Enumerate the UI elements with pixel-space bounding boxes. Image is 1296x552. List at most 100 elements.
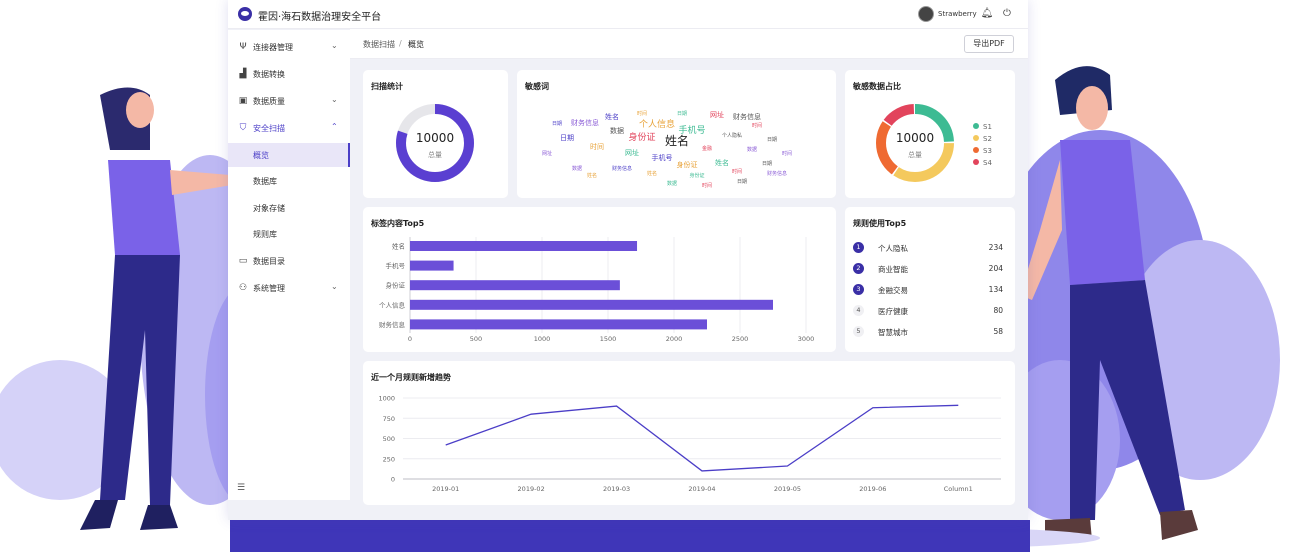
- sensitive-words-card: 敏感词 姓名 个人信息 手机号 身份证 数据 财务信息 日期 时间 网址 金融 个人隐私 数据 手机号身…: [517, 70, 836, 198]
- word-cloud-word: 姓名: [715, 158, 729, 167]
- breadcrumb-current: 概览: [408, 40, 424, 49]
- legend-dot: [973, 147, 979, 153]
- rank-badge: 2: [853, 263, 864, 274]
- breadcrumb-separator: /: [399, 39, 402, 48]
- y-tick-label: 1000: [378, 395, 395, 403]
- sidebar-item-quality[interactable]: ▣ 数据质量 ⌄: [228, 89, 350, 113]
- trend-line-chart: 0 250 500 750 1000 2019-01 2019-02 2019-03 2019-…: [378, 395, 1001, 493]
- sidebar-item-label: 对象存储: [253, 204, 285, 213]
- scan-total-value: 10000: [416, 131, 454, 145]
- word-cloud-word: 手机号: [652, 153, 673, 162]
- x-tick-label: 3000: [798, 335, 815, 343]
- sidebar-item-rule-library[interactable]: 规则库: [228, 222, 350, 246]
- legend-dot: [973, 135, 979, 141]
- bar: [410, 280, 620, 291]
- list-item: 4 医疗健康 80: [853, 304, 1003, 318]
- sidebar-item-label: 规则库: [253, 230, 277, 239]
- rank-badge: 4: [853, 305, 864, 316]
- sidebar-item-connector[interactable]: Ψ 连接器管理 ⌄: [228, 35, 350, 59]
- word-cloud-word: 财务信息: [612, 165, 632, 172]
- rule-name: 个人隐私: [878, 244, 908, 253]
- sidebar-item-transform[interactable]: ▟ 数据转换: [228, 62, 350, 86]
- sidebar-item-security-scan[interactable]: ⛉ 安全扫描 ⌃: [228, 116, 350, 140]
- bar: [410, 319, 707, 330]
- legend-label: S2: [983, 135, 992, 143]
- rule-count: 204: [988, 264, 1003, 273]
- shield-icon: ⛉: [239, 123, 247, 133]
- sidebar: Ψ 连接器管理 ⌄ ▟ 数据转换 ▣ 数据质量 ⌄ ⛉ 安全扫描 ⌃ 概览 数据…: [228, 30, 350, 500]
- word-cloud-word: 数据: [572, 165, 582, 172]
- y-category-label: 姓名: [392, 242, 405, 251]
- stage: 霍因·海石数据治理安全平台 Strawberry 🔔︎ ⏻ Ψ 连接器管理 ⌄ …: [0, 0, 1296, 552]
- x-tick-label: 0: [408, 335, 412, 343]
- users-icon: ⚇: [238, 283, 248, 293]
- tag-top5-bar-chart: 0 500 1000 1500 2000 2500 3000 姓名手机号身份证个人信息财务信息: [379, 237, 815, 343]
- word-cloud: 姓名个人信息手机号身份证数据财务信息日期时间网址 金融个人隐私数据手机号身份证 姓名…: [542, 110, 792, 189]
- list-item: 2 商业智能 204: [853, 262, 1003, 276]
- list-item: 3 金融交易 134: [853, 283, 1003, 297]
- rule-count: 134: [988, 285, 1003, 294]
- sidebar-item-system[interactable]: ⚇ 系统管理 ⌄: [228, 276, 350, 300]
- logo-icon: [238, 7, 252, 21]
- rule-name: 智慧城市: [878, 328, 908, 337]
- word-cloud-word: 网址: [542, 150, 552, 157]
- word-cloud-word: 姓名: [647, 170, 657, 177]
- word-cloud-word: 财务信息: [767, 170, 787, 177]
- word-cloud-word: 姓名: [605, 112, 619, 121]
- sidebar-item-label: 连接器管理: [253, 43, 293, 52]
- word-cloud-word: 日期: [552, 121, 562, 127]
- x-tick-label: 1500: [600, 335, 617, 343]
- x-tick-label: 2019-06: [859, 485, 886, 493]
- legend-dot: [973, 123, 979, 129]
- power-icon[interactable]: ⏻: [1000, 7, 1014, 21]
- scan-stats-card: 扫描统计 10000 总量: [363, 70, 508, 198]
- sidebar-item-overview[interactable]: 概览: [228, 143, 350, 167]
- word-cloud-word: 日期: [677, 111, 687, 117]
- scan-stats-donut: 10000 总量: [396, 104, 474, 182]
- word-cloud-word: 身份证: [628, 131, 655, 143]
- bar: [410, 260, 454, 271]
- bell-icon[interactable]: 🔔︎: [980, 7, 994, 21]
- rule-count: 234: [988, 243, 1003, 252]
- x-tick-label: Column1: [944, 485, 973, 493]
- sidebar-item-label: 数据转换: [253, 70, 285, 79]
- legend-label: S4: [983, 159, 992, 167]
- word-cloud-word: 日期: [767, 137, 777, 143]
- sidebar-item-label: 安全扫描: [253, 124, 285, 133]
- floor-band: [230, 520, 1030, 552]
- x-tick-label: 2019-05: [774, 485, 801, 493]
- usb-icon: Ψ: [239, 42, 247, 52]
- ratio-total-value: 10000: [896, 131, 934, 145]
- scan-total-label: 总量: [428, 150, 442, 159]
- ratio-total-label: 总量: [908, 150, 922, 159]
- word-cloud-word: 时间: [732, 168, 742, 175]
- word-cloud-word: 财务信息: [733, 112, 761, 121]
- chart-bars-icon: ▟: [239, 69, 247, 79]
- user-name[interactable]: Strawberry: [938, 10, 977, 18]
- sidebar-item-database[interactable]: 数据库: [228, 169, 350, 193]
- sidebar-item-object-storage[interactable]: 对象存储: [228, 196, 350, 220]
- folder-gear-icon: ▣: [238, 96, 248, 106]
- breadcrumb-parent[interactable]: 数据扫描: [363, 39, 395, 50]
- y-category-label: 财务信息: [379, 320, 406, 329]
- chevron-down-icon: ⌄: [331, 95, 338, 104]
- sidebar-item-catalog[interactable]: ▭ 数据目录: [228, 249, 350, 273]
- x-tick-label: 2019-01: [432, 485, 459, 493]
- sidebar-item-label: 数据目录: [253, 257, 285, 266]
- folder-icon: ▭: [238, 256, 248, 266]
- rule-name: 商业智能: [878, 265, 908, 274]
- x-tick-label: 2019-02: [518, 485, 545, 493]
- avatar[interactable]: [918, 6, 934, 22]
- export-pdf-button[interactable]: 导出PDF: [964, 35, 1014, 53]
- collapse-menu-icon[interactable]: ☰: [237, 483, 245, 493]
- word-cloud-word: 日期: [737, 179, 747, 185]
- card-title: 规则使用Top5: [853, 219, 907, 228]
- app-title: 霍因·海石数据治理安全平台: [258, 12, 382, 23]
- tag-top5-card: 标签内容Top5 0 500 1000 1500 2000 2500 3000 姓名 手机号 身份…: [363, 207, 836, 352]
- y-category-label: 手机号: [386, 261, 406, 270]
- word-cloud-word: 个人隐私: [722, 132, 742, 139]
- rule-count: 80: [993, 306, 1003, 315]
- rule-name: 医疗健康: [878, 307, 908, 316]
- x-tick-label: 2500: [732, 335, 749, 343]
- list-item: 1 个人隐私 234: [853, 241, 1003, 255]
